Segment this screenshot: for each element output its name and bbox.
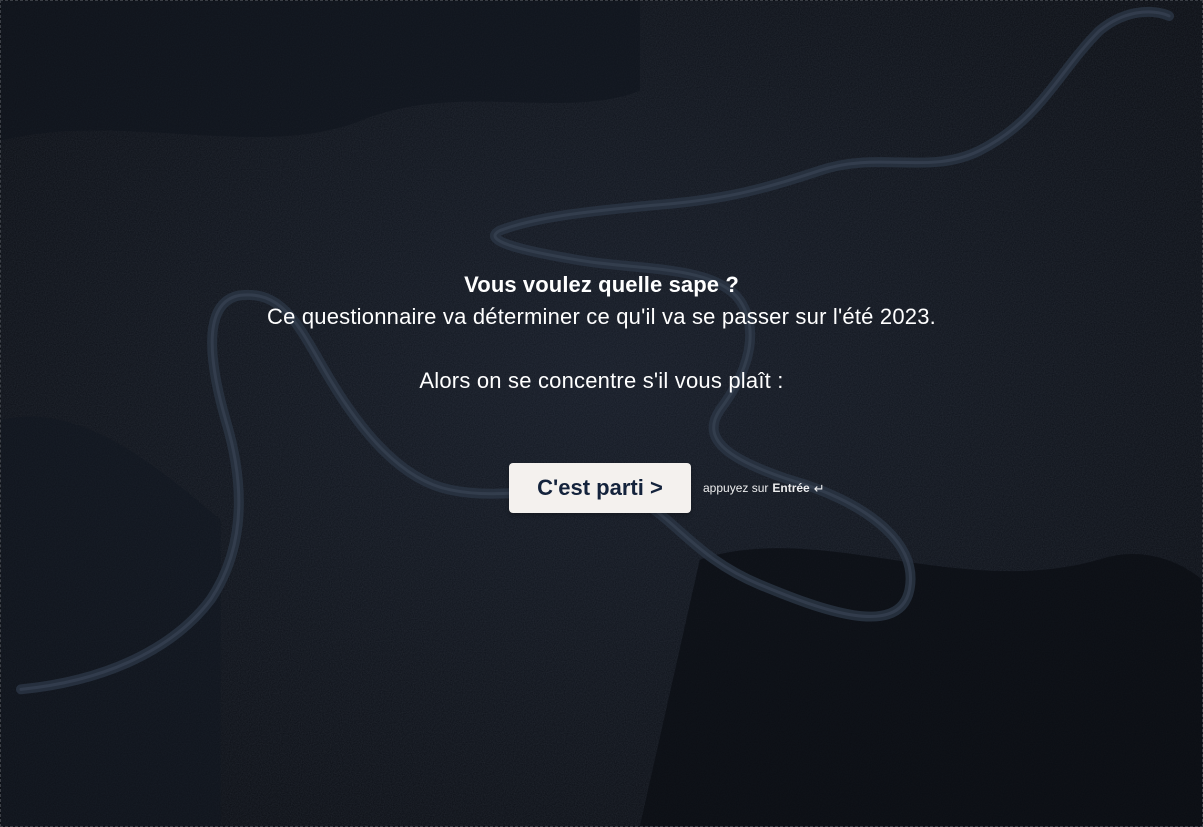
hint-key: Entrée [772,481,810,495]
hint-prefix: appuyez sur [703,481,769,495]
intro-prompt: Alors on se concentre s'il vous plaît : [419,368,784,393]
intro-content: Vous voulez quelle sape ? Ce questionnai… [1,269,1202,397]
intro-description: Ce questionnaire va déterminer ce qu'il … [267,304,936,329]
intro-title: Vous voulez quelle sape ? [464,272,739,297]
background-overlay [1,1,1202,826]
welcome-screen: Vous voulez quelle sape ? Ce questionnai… [0,0,1203,827]
enter-key-icon: ↵ [813,480,825,496]
cta-row: C'est parti > appuyez sur Entrée ↵ [509,463,825,513]
keyboard-hint: appuyez sur Entrée ↵ [703,481,825,495]
start-button[interactable]: C'est parti > [509,463,691,513]
